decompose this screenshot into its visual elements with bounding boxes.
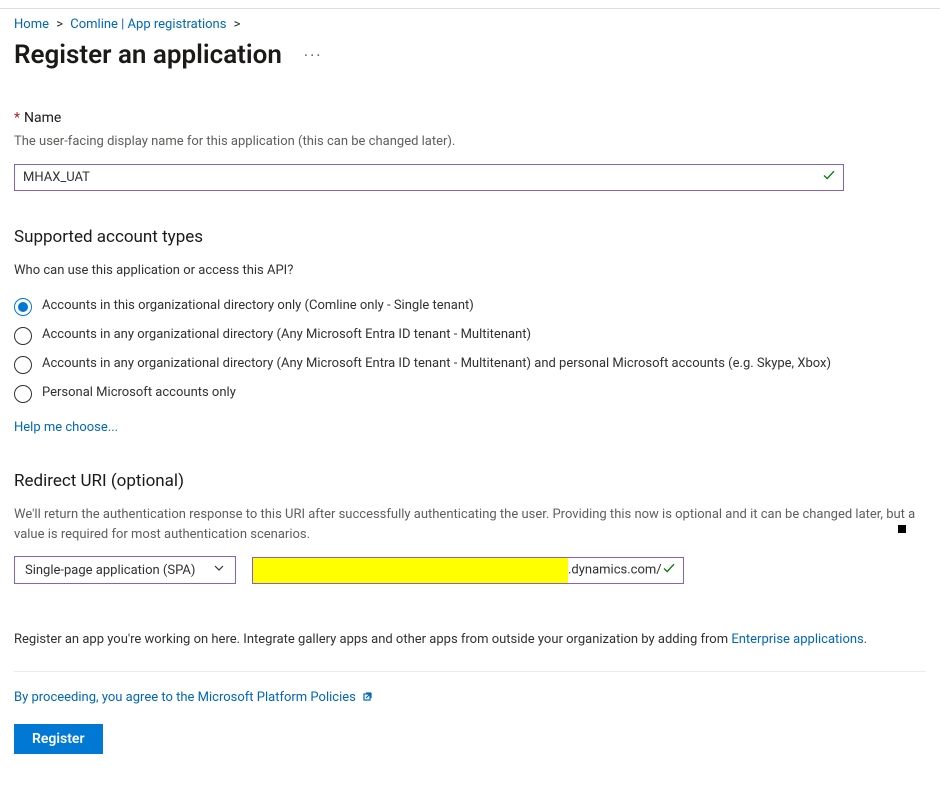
chevron-right-icon: > [52,17,67,32]
resize-handle-icon [898,525,906,533]
radio-multitenant-personal[interactable]: Accounts in any organizational directory… [14,350,926,379]
platform-selected-value: Single-page application (SPA) [25,563,195,578]
platform-policies-link[interactable]: Microsoft Platform Policies [198,690,356,705]
register-button[interactable]: Register [14,724,103,754]
name-label: *Name [14,110,926,126]
radio-label: Accounts in this organizational director… [42,297,474,315]
radio-label: Personal Microsoft accounts only [42,384,236,402]
breadcrumb-app-registrations[interactable]: Comline | App registrations [70,17,226,32]
enterprise-applications-link[interactable]: Enterprise applications [731,632,863,647]
account-types-heading: Supported account types [14,227,926,247]
redirect-uri-input[interactable] [252,557,684,584]
platform-select[interactable]: Single-page application (SPA) [14,556,236,584]
gallery-apps-note: Register an app you're working on here. … [14,632,926,647]
divider [14,671,926,672]
account-types-radio-group: Accounts in this organizational director… [14,292,926,408]
policy-agreement: By proceeding, you agree to the Microsof… [14,690,926,706]
redirect-uri-help: We'll return the authentication response… [14,505,926,544]
radio-icon [14,327,32,345]
radio-label: Accounts in any organizational directory… [42,326,531,344]
radio-icon [14,356,32,374]
radio-single-tenant[interactable]: Accounts in this organizational director… [14,292,926,321]
required-asterisk: * [14,110,20,126]
breadcrumb-home[interactable]: Home [14,17,49,32]
more-actions-icon[interactable]: ··· [298,44,329,67]
name-input[interactable] [14,164,844,191]
radio-label: Accounts in any organizational directory… [42,355,831,373]
radio-icon [14,298,32,316]
name-help-text: The user-facing display name for this ap… [14,132,926,152]
chevron-right-icon: > [230,17,245,32]
help-me-choose-link[interactable]: Help me choose... [14,420,118,435]
chevron-down-icon [213,562,225,578]
external-link-icon [363,690,375,706]
breadcrumb: Home > Comline | App registrations > [14,15,926,40]
radio-personal-only[interactable]: Personal Microsoft accounts only [14,379,926,408]
radio-multitenant[interactable]: Accounts in any organizational directory… [14,321,926,350]
redirect-uri-heading: Redirect URI (optional) [14,471,926,491]
page-title: Register an application [14,40,282,70]
radio-icon [14,385,32,403]
account-types-question: Who can use this application or access t… [14,261,926,281]
